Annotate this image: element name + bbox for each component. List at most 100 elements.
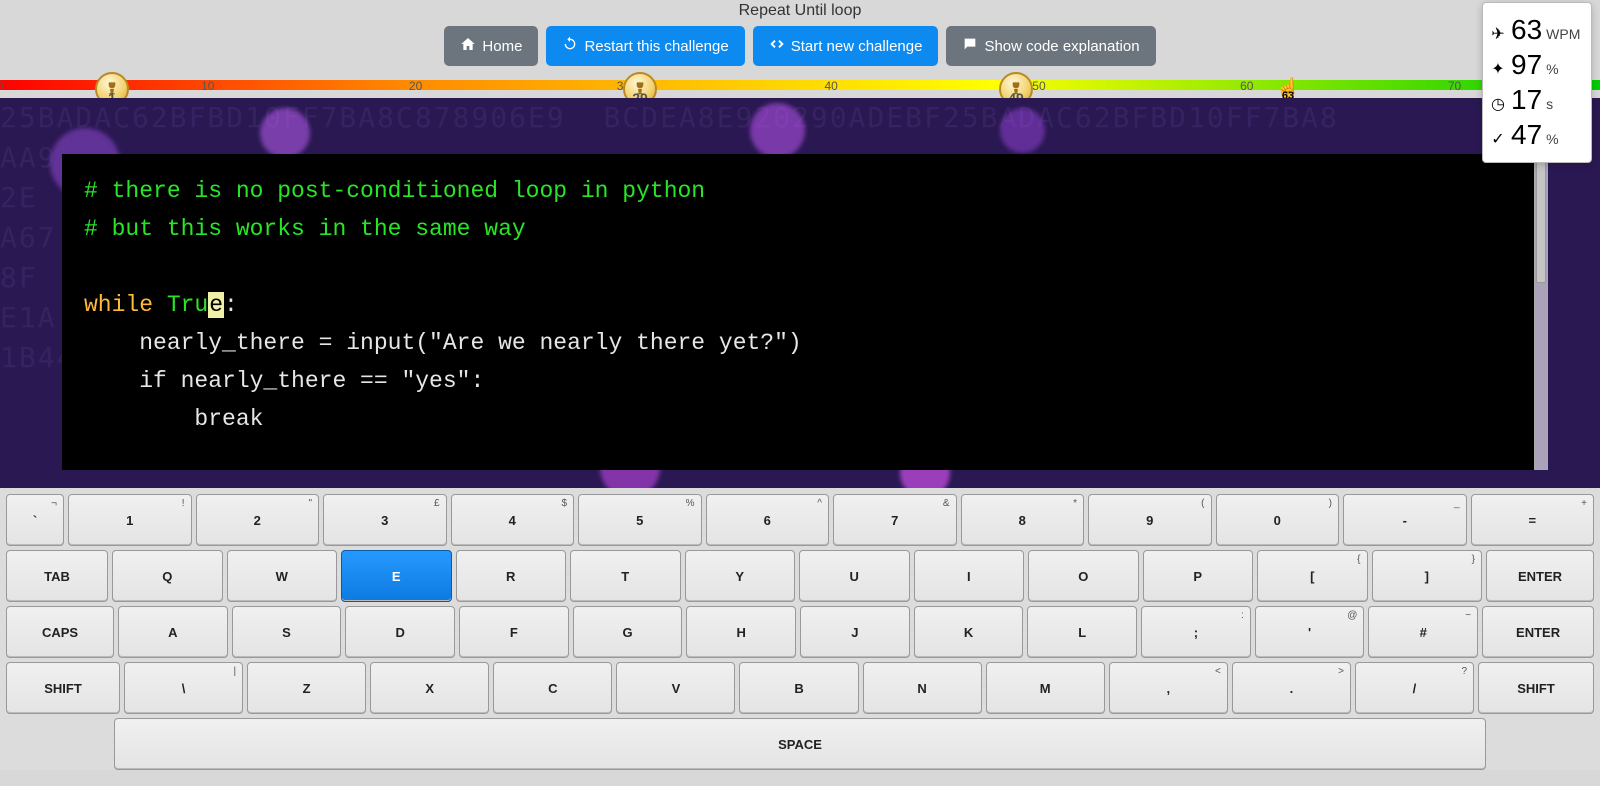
key-8[interactable]: 8* (961, 494, 1085, 546)
restart-label: Restart this challenge (584, 38, 728, 55)
code-line-5: if nearly_there == "yes": (84, 362, 1512, 400)
key-'[interactable]: '@ (1255, 606, 1365, 658)
key-space[interactable]: SPACE (114, 718, 1486, 770)
toolbar: Home Restart this challenge Start new ch… (0, 26, 1600, 66)
home-button[interactable]: Home (444, 26, 538, 66)
key-l[interactable]: L (1027, 606, 1137, 658)
key-y[interactable]: Y (685, 550, 796, 602)
key-6[interactable]: 6^ (706, 494, 830, 546)
key-2[interactable]: 2" (196, 494, 320, 546)
key-c[interactable]: C (493, 662, 612, 714)
key-enter[interactable]: ENTER (1486, 550, 1594, 602)
restart-button[interactable]: Restart this challenge (546, 26, 744, 66)
key-b[interactable]: B (739, 662, 858, 714)
send-icon: ✈ (1489, 24, 1507, 44)
progress-tick: 50 (1032, 79, 1045, 93)
clock-icon: ◷ (1489, 94, 1507, 114)
key-shift[interactable]: SHIFT (1478, 662, 1594, 714)
progress-tick: 60 (1240, 79, 1253, 93)
progress-bar: 010203040506070 12949 ☝ 63 (0, 80, 1600, 98)
key-3[interactable]: 3£ (323, 494, 447, 546)
key-t[interactable]: T (570, 550, 681, 602)
key-f[interactable]: F (459, 606, 569, 658)
key-sub-label: % (686, 498, 695, 509)
key-z[interactable]: Z (247, 662, 366, 714)
stat-accuracy: ✦ 97 % (1489, 49, 1585, 81)
key-sub-label: ? (1461, 666, 1467, 677)
key-\[interactable]: \| (124, 662, 243, 714)
accuracy-value: 97 (1511, 49, 1542, 81)
stat-time: ◷ 17 s (1489, 84, 1585, 116)
key-x[interactable]: X (370, 662, 489, 714)
keyboard-row-1: `¬1!2"3£4$5%6^7&8*9(0)-_=+ (6, 494, 1594, 546)
key-;[interactable]: ;: (1141, 606, 1251, 658)
key-o[interactable]: O (1028, 550, 1139, 602)
key-g[interactable]: G (573, 606, 683, 658)
key-tab[interactable]: TAB (6, 550, 108, 602)
key-sub-label: * (1073, 498, 1077, 509)
key-1[interactable]: 1! (68, 494, 192, 546)
key-d[interactable]: D (345, 606, 455, 658)
key-sub-label: < (1215, 666, 1221, 677)
stat-progress: ✓ 47 % (1489, 119, 1585, 151)
key-i[interactable]: I (914, 550, 1025, 602)
key-q[interactable]: Q (112, 550, 223, 602)
accuracy-unit: % (1546, 61, 1558, 77)
keyword-while: while (84, 292, 153, 318)
key-u[interactable]: U (799, 550, 910, 602)
key-4[interactable]: 4$ (451, 494, 575, 546)
stats-panel: ✈ 63 WPM ✦ 97 % ◷ 17 s ✓ 47 % (1482, 2, 1592, 163)
bokeh-dot (1000, 108, 1045, 153)
key-.[interactable]: .> (1232, 662, 1351, 714)
new-challenge-button[interactable]: Start new challenge (753, 26, 939, 66)
key-j[interactable]: J (800, 606, 910, 658)
key-r[interactable]: R (456, 550, 567, 602)
key-9[interactable]: 9( (1088, 494, 1212, 546)
key-sub-label: ! (182, 498, 185, 509)
key-sub-label: _ (1454, 498, 1460, 509)
explain-button[interactable]: Show code explanation (946, 26, 1155, 66)
virtual-keyboard: `¬1!2"3£4$5%6^7&8*9(0)-_=+ TABQWERTYUIOP… (0, 488, 1600, 770)
wpm-unit: WPM (1546, 26, 1580, 42)
scrollbar-thumb[interactable] (1536, 157, 1546, 283)
progress-gradient (0, 80, 1600, 90)
progress-tick: 10 (201, 79, 214, 93)
key-0[interactable]: 0) (1216, 494, 1340, 546)
key-h[interactable]: H (686, 606, 796, 658)
keyboard-row-space: SPACE (6, 718, 1594, 770)
key-w[interactable]: W (227, 550, 338, 602)
key-enter[interactable]: ENTER (1482, 606, 1594, 658)
key-7[interactable]: 7& (833, 494, 957, 546)
code-panel[interactable]: # there is no post-conditioned loop in p… (62, 154, 1534, 470)
key-`[interactable]: `¬ (6, 494, 64, 546)
key-#[interactable]: #~ (1368, 606, 1478, 658)
key-p[interactable]: P (1143, 550, 1254, 602)
key-a[interactable]: A (118, 606, 228, 658)
key-s[interactable]: S (232, 606, 342, 658)
colon: : (224, 292, 238, 318)
key-m[interactable]: M (986, 662, 1105, 714)
explain-label: Show code explanation (984, 38, 1139, 55)
key-,[interactable]: ,< (1109, 662, 1228, 714)
key-e[interactable]: E (341, 550, 452, 602)
time-value: 17 (1511, 84, 1542, 116)
code-line-3: while True: (84, 286, 1512, 324)
key-n[interactable]: N (863, 662, 982, 714)
key-sub-label: ( (1201, 498, 1204, 509)
scrollbar[interactable] (1534, 154, 1548, 470)
key-[[interactable]: [{ (1257, 550, 1368, 602)
keyboard-row-4: SHIFT\|ZXCVBNM,<.>/?SHIFT (6, 662, 1594, 714)
key-=[interactable]: =+ (1471, 494, 1595, 546)
code-line-4: nearly_there = input("Are we nearly ther… (84, 324, 1512, 362)
new-challenge-label: Start new challenge (791, 38, 923, 55)
progress-tick: 20 (409, 79, 422, 93)
key-v[interactable]: V (616, 662, 735, 714)
key-shift[interactable]: SHIFT (6, 662, 120, 714)
key-caps[interactable]: CAPS (6, 606, 114, 658)
key-5[interactable]: 5% (578, 494, 702, 546)
key-/[interactable]: /? (1355, 662, 1474, 714)
key-sub-label: $ (561, 498, 567, 509)
key-k[interactable]: K (914, 606, 1024, 658)
key-][interactable]: ]} (1372, 550, 1483, 602)
key--[interactable]: -_ (1343, 494, 1467, 546)
